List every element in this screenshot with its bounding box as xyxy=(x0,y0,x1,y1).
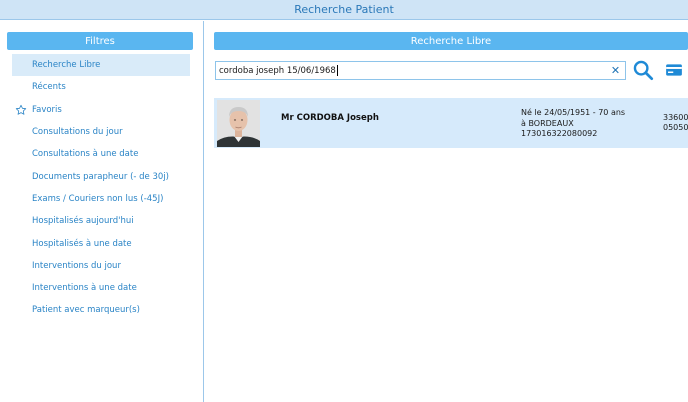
filter-item-label: Hospitalisés aujourd'hui xyxy=(32,216,134,227)
filter-item-label: Recherche Libre xyxy=(32,60,101,71)
filter-item-exams-courriers[interactable]: Exams / Couriers non lus (-45J) xyxy=(12,188,190,210)
window-title: Recherche Patient xyxy=(294,3,394,16)
patient-birth: Né le 24/05/1951 - 70 ans xyxy=(521,108,626,117)
filter-item-label: Exams / Couriers non lus (-45J) xyxy=(32,193,164,204)
filter-item-hospitalises-aujourdhui[interactable]: Hospitalisés aujourd'hui xyxy=(12,210,190,232)
search-header: Recherche Libre xyxy=(214,32,688,50)
patient-info: Né le 24/05/1951 - 70 ans à BORDEAUX 173… xyxy=(521,108,625,140)
patient-address: 33600 F 050505 xyxy=(663,113,688,133)
patient-address-line2: 050505 xyxy=(663,123,688,132)
filter-item-label: Interventions du jour xyxy=(32,260,121,271)
filter-item-patient-avec-marqueurs[interactable]: Patient avec marqueur(s) xyxy=(12,299,190,321)
filter-item-interventions-a-une-date[interactable]: Interventions à une date xyxy=(12,277,190,299)
card-icon[interactable] xyxy=(665,62,683,78)
filter-item-recherche-libre[interactable]: Recherche Libre xyxy=(12,54,190,77)
filter-item-consultations-a-une-date[interactable]: Consultations à une date xyxy=(12,143,190,165)
filter-item-hospitalises-a-une-date[interactable]: Hospitalisés à une date xyxy=(12,232,190,254)
patient-name: Mr CORDOBA Joseph xyxy=(281,113,379,123)
filter-item-label: Récents xyxy=(32,82,66,93)
patient-result-row[interactable]: Mr CORDOBA Joseph Né le 24/05/1951 - 70 … xyxy=(214,98,688,148)
filters-header: Filtres xyxy=(7,32,193,50)
filter-item-label: Interventions à une date xyxy=(32,283,137,294)
filter-item-documents-parapheur[interactable]: Documents parapheur (- de 30j) xyxy=(12,165,190,187)
filter-item-label: Consultations du jour xyxy=(32,127,123,138)
filter-item-label: Favoris xyxy=(32,104,62,115)
star-icon xyxy=(15,104,27,115)
filter-item-consultations-du-jour[interactable]: Consultations du jour xyxy=(12,121,190,143)
filter-item-label: Consultations à une date xyxy=(32,149,139,160)
filter-item-label: Patient avec marqueur(s) xyxy=(32,305,140,316)
text-caret xyxy=(336,65,338,76)
patient-portrait-image xyxy=(217,100,260,147)
filter-item-label: Documents parapheur (- de 30j) xyxy=(32,171,169,182)
filter-item-interventions-du-jour[interactable]: Interventions du jour xyxy=(12,255,190,277)
filter-item-recents[interactable]: Récents xyxy=(12,76,190,98)
filter-item-favoris[interactable]: Favoris xyxy=(12,99,190,121)
title-bar: Recherche Patient xyxy=(0,0,688,20)
patient-ssn: 173016322080092 xyxy=(521,129,598,138)
patient-birthplace: à BORDEAUX xyxy=(521,118,574,128)
patient-address-line1: 33600 F xyxy=(663,113,688,122)
search-icon[interactable] xyxy=(632,59,654,81)
filter-item-label: Hospitalisés à une date xyxy=(32,238,132,249)
search-input[interactable]: cordoba joseph 15/06/1968 ✕ xyxy=(215,61,626,80)
search-panel: Recherche Libre cordoba joseph 15/06/196… xyxy=(205,21,688,402)
filters-panel: Filtres Recherche Libre Récents Favoris … xyxy=(0,21,204,402)
patient-photo xyxy=(217,100,260,147)
close-icon[interactable]: ✕ xyxy=(610,65,621,76)
filter-list: Recherche Libre Récents Favoris Consulta… xyxy=(12,54,190,322)
search-input-value: cordoba joseph 15/06/1968 xyxy=(219,65,336,76)
